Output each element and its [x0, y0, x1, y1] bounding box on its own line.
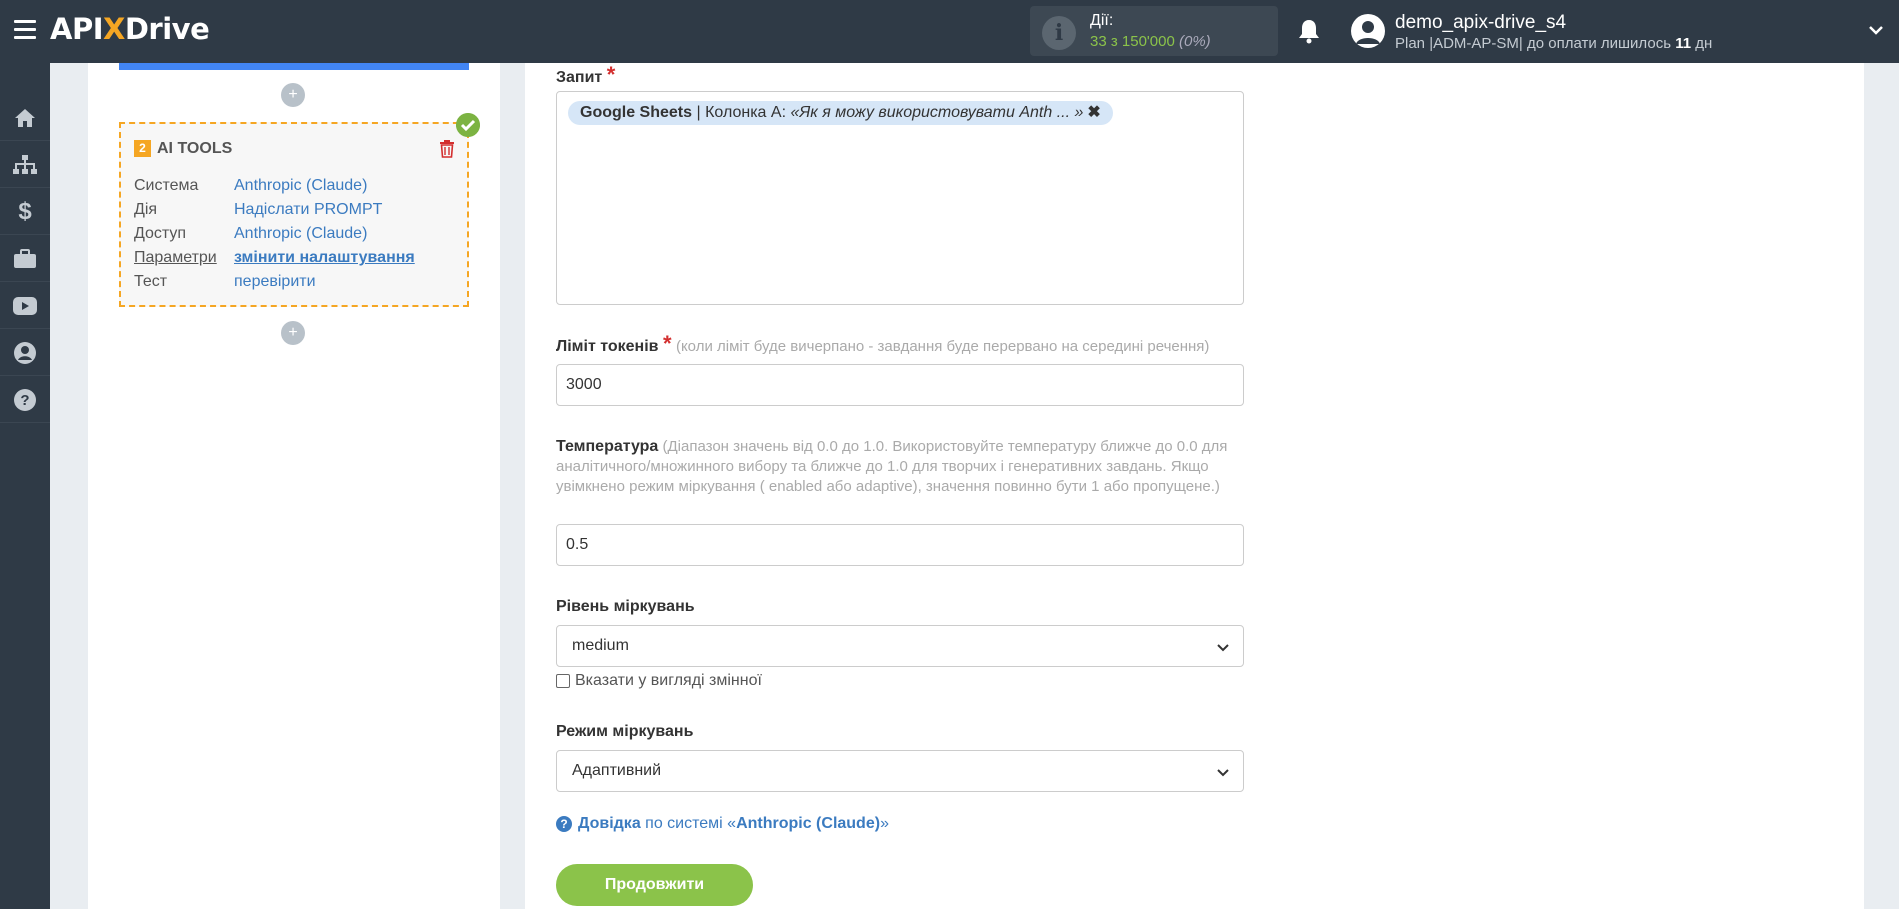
tag-column: | Колонка А:	[696, 104, 787, 121]
trash-icon[interactable]	[439, 140, 455, 158]
card-row-key: Дія	[134, 201, 158, 218]
plan-suffix: дн	[1695, 35, 1713, 52]
help-link[interactable]: ? Довідка по системі «Anthropic (Claude)…	[556, 815, 889, 833]
tokens-label-text: Ліміт токенів	[556, 338, 659, 355]
help-text: по системі «	[645, 815, 737, 832]
continue-button[interactable]: Продовжити	[556, 864, 753, 906]
card-row-value[interactable]: Надіслати PROMPT	[234, 201, 382, 219]
reasoning-mode-value: Адаптивний	[572, 762, 662, 779]
tokens-hint: (коли ліміт буде вичерпано - завдання бу…	[675, 338, 1210, 355]
home-icon[interactable]	[0, 95, 50, 141]
question-circle-icon: ?	[556, 816, 572, 832]
user-avatar-icon	[1356, 21, 1380, 44]
avatar[interactable]	[1351, 14, 1385, 48]
actions-label: Дії:	[1090, 12, 1114, 29]
youtube-icon[interactable]	[0, 283, 50, 329]
check-icon	[456, 113, 480, 137]
help-bold: Довідка	[578, 815, 641, 832]
card-row-key: Доступ	[134, 225, 187, 242]
as-variable-checkbox[interactable]	[556, 674, 570, 688]
query-tag[interactable]: Google Sheets | Колонка А: «Як я можу ви…	[568, 101, 1113, 125]
reasoning-mode-select[interactable]: Адаптивний	[556, 750, 1244, 792]
username[interactable]: demo_apix-drive_s4	[1395, 12, 1566, 34]
reasoning-level-label: Рівень міркувань	[556, 598, 695, 615]
tag-value: «Як я можу використовувати Anth ... »	[790, 104, 1084, 121]
close-icon[interactable]: ✖	[1087, 104, 1100, 121]
reasoning-level-value: medium	[572, 637, 629, 654]
briefcase-icon[interactable]	[0, 236, 50, 282]
top-bar: APIXDrive i Дії: 33 з 150'000 (0%) demo_…	[0, 0, 1899, 63]
chevron-down-icon	[1217, 644, 1229, 652]
help-end: »	[880, 815, 889, 832]
as-variable-label: Вказати у вигляді змінної	[575, 672, 762, 689]
reasoning-level-select[interactable]: medium	[556, 625, 1244, 667]
logo-text-drive: Drive	[124, 12, 210, 46]
as-variable-option[interactable]: Вказати у вигляді змінної	[556, 672, 762, 690]
required-marker: *	[606, 62, 616, 87]
step-number-badge: 2	[134, 140, 151, 157]
plan-prefix: Plan |ADM-AP-SM| до оплати лишилось	[1395, 35, 1672, 52]
question-icon[interactable]: ?	[0, 377, 50, 423]
plan-days: 11	[1675, 35, 1692, 52]
actions-count: 33 з 150'000	[1090, 33, 1175, 50]
card-row-key: Тест	[134, 273, 168, 290]
card-row-key: Система	[134, 177, 199, 194]
card-row-value[interactable]: Anthropic (Claude)	[234, 225, 367, 243]
help-system: Anthropic (Claude)	[736, 815, 881, 832]
add-step-button[interactable]: +	[281, 83, 305, 107]
add-step-button[interactable]: +	[281, 321, 305, 345]
tag-source: Google Sheets	[580, 104, 693, 121]
info-icon: i	[1042, 16, 1076, 50]
previous-step-bar	[119, 63, 469, 70]
svg-text:?: ?	[20, 392, 29, 409]
sitemap-icon[interactable]	[0, 142, 50, 188]
chevron-down-icon[interactable]	[1868, 22, 1884, 38]
bell-icon[interactable]	[1297, 18, 1321, 44]
card-row-value[interactable]: Anthropic (Claude)	[234, 177, 367, 195]
left-sidebar: $ ?	[0, 63, 50, 909]
menu-icon[interactable]	[14, 20, 36, 40]
temperature-label: Температура (Діапазон значень від 0.0 до…	[556, 437, 1256, 497]
logo-text-x: X	[103, 12, 125, 46]
query-label-text: Запит	[556, 69, 603, 86]
reasoning-mode-label: Режим міркувань	[556, 723, 694, 740]
temperature-label-text: Температура	[556, 438, 659, 455]
ai-tools-card: 2 AI TOOLS Система Anthropic (Claude) Ді…	[119, 122, 469, 307]
dollar-icon[interactable]: $	[0, 189, 50, 235]
actions-counter: i Дії: 33 з 150'000 (0%)	[1030, 6, 1278, 56]
logo-text-api: API	[50, 12, 104, 46]
card-row-value[interactable]: перевірити	[234, 273, 316, 291]
actions-percent: (0%)	[1179, 33, 1211, 50]
card-row-key: Параметри	[134, 249, 217, 266]
card-row-value[interactable]: змінити налаштування	[234, 249, 415, 267]
card-title: AI TOOLS	[157, 140, 233, 157]
actions-value: 33 з 150'000 (0%)	[1090, 33, 1211, 50]
query-textarea[interactable]: Google Sheets | Колонка А: «Як я можу ви…	[556, 91, 1244, 305]
plan-info: Plan |ADM-AP-SM| до оплати лишилось 11 д…	[1395, 35, 1712, 52]
chevron-down-icon	[1217, 769, 1229, 777]
query-label: Запит *	[556, 62, 615, 88]
tokens-input[interactable]: 3000	[556, 364, 1244, 406]
logo[interactable]: APIXDrive	[50, 12, 210, 46]
user-icon[interactable]	[0, 330, 50, 376]
tokens-label: Ліміт токенів * (коли ліміт буде вичерпа…	[556, 331, 1209, 357]
required-marker: *	[662, 331, 672, 356]
temperature-input[interactable]: 0.5	[556, 524, 1244, 566]
